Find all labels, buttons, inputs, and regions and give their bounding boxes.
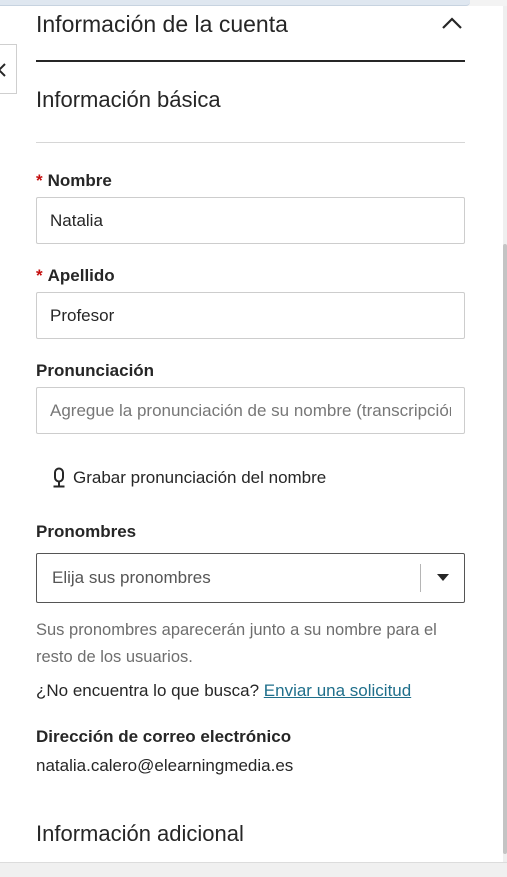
record-pronunciation-button[interactable]: Grabar pronunciación del nombre <box>52 465 326 491</box>
last-name-input[interactable] <box>36 292 465 339</box>
select-separator <box>420 564 421 592</box>
first-name-label-text: Nombre <box>47 171 112 190</box>
scrollbar-thumb[interactable] <box>503 244 507 854</box>
bottom-bar <box>0 862 507 877</box>
first-name-input[interactable] <box>36 197 465 244</box>
email-label: Dirección de correo electrónico <box>36 727 292 746</box>
scrollbar[interactable] <box>503 6 507 862</box>
account-info-title: Información de la cuenta <box>36 11 288 37</box>
not-found-line: ¿No encuentra lo que busca? Enviar una s… <box>36 681 411 701</box>
email-value: natalia.calero@elearningmedia.es <box>36 756 294 775</box>
last-name-label: * Apellido <box>36 266 115 286</box>
pronouns-placeholder: Elija sus pronombres <box>52 568 211 587</box>
pronunciation-input[interactable] <box>36 387 465 434</box>
pronouns-help-text: Sus pronombres aparecerán junto a su nom… <box>36 621 437 666</box>
chevron-up-icon <box>442 17 462 29</box>
caret-down-icon[interactable] <box>437 574 449 582</box>
required-marker: * <box>36 266 43 285</box>
section-divider <box>36 142 465 143</box>
panel-back-handle[interactable] <box>0 44 17 94</box>
last-name-label-text: Apellido <box>47 266 115 285</box>
microphone-icon <box>53 467 65 488</box>
pronunciation-label: Pronunciación <box>36 361 155 380</box>
pronouns-select[interactable]: Elija sus pronombres <box>36 553 465 603</box>
collapse-button[interactable] <box>439 12 465 36</box>
not-found-text: ¿No encuentra lo que busca? <box>36 681 260 700</box>
first-name-label: * Nombre <box>36 171 112 191</box>
chevron-left-icon <box>0 63 6 77</box>
pronouns-label: Pronombres <box>36 522 137 541</box>
record-pronunciation-label: Grabar pronunciación del nombre <box>73 468 327 487</box>
account-info-header[interactable]: Información de la cuenta <box>36 6 465 62</box>
basic-info-heading: Información básica <box>36 87 221 112</box>
additional-info-heading: Información adicional <box>36 821 244 846</box>
send-request-link[interactable]: Enviar una solicitud <box>264 681 411 700</box>
required-marker: * <box>36 171 43 190</box>
